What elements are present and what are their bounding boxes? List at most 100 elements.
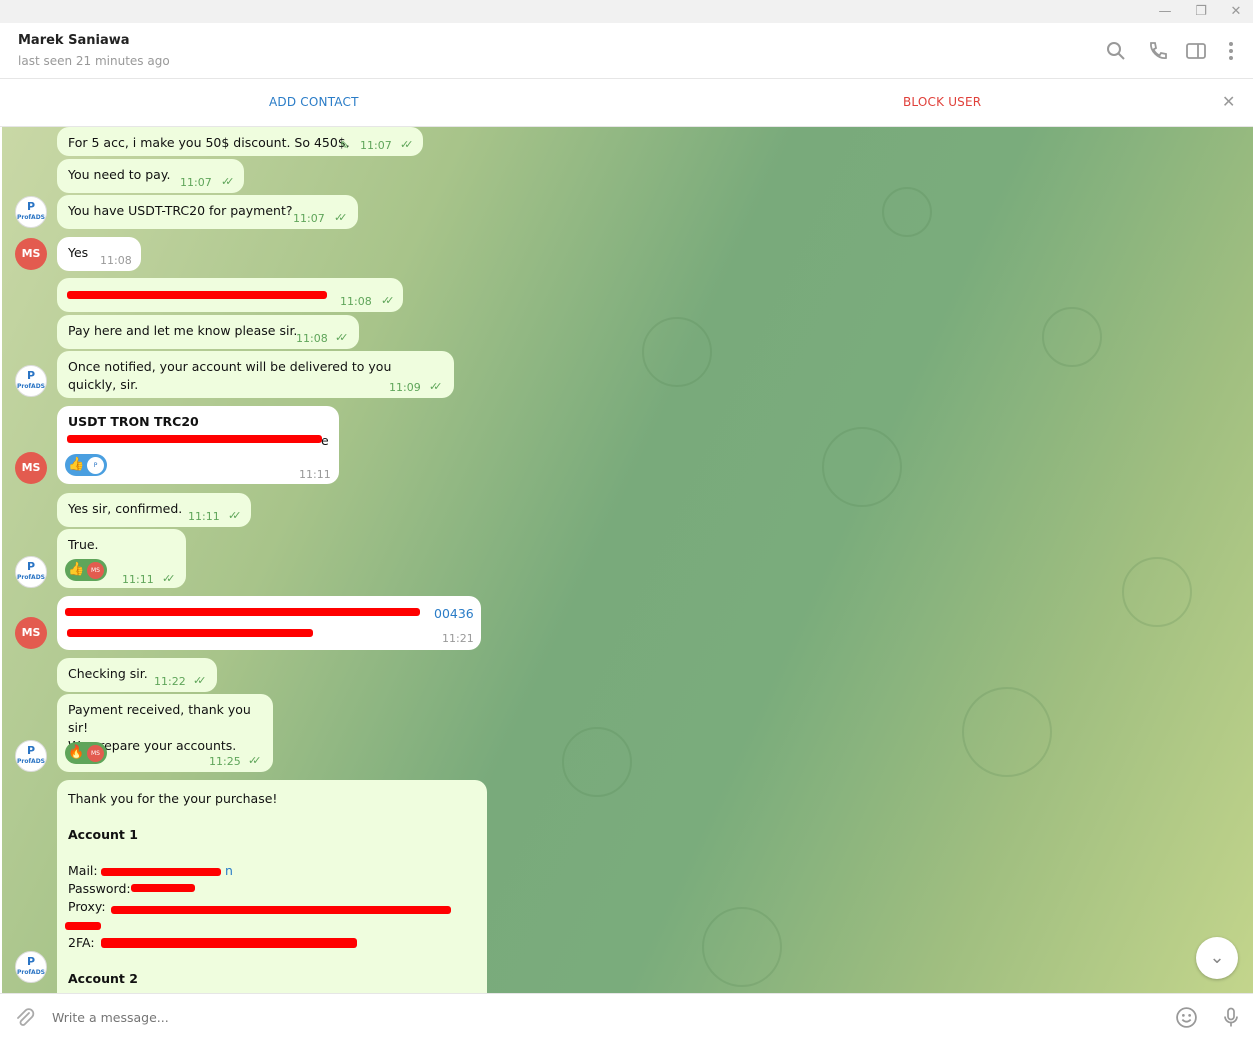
message-bubble[interactable]: You need to pay. 11:07 ✓✓ — [57, 159, 244, 193]
read-checks-icon: ✓✓ — [429, 380, 443, 393]
read-checks-icon: ✓✓ — [400, 138, 414, 151]
message-time: 11:11 — [122, 573, 154, 586]
avatar-label: ProfADS — [16, 969, 46, 976]
message-text: You have USDT-TRC20 for payment? — [68, 203, 293, 218]
message-input[interactable] — [52, 1006, 1142, 1028]
message-text-tail: e — [321, 433, 329, 448]
avatar-ms[interactable]: MS — [15, 617, 47, 649]
restore-button[interactable]: ❐ — [1184, 0, 1218, 23]
chat-header[interactable]: Marek Saniawa last seen 21 minutes ago — [0, 23, 1253, 79]
message-bubble[interactable]: Pay here and let me know please sir. 11:… — [57, 315, 359, 349]
read-checks-icon: ✓✓ — [248, 754, 262, 767]
message-composer — [0, 993, 1253, 1039]
scroll-down-button[interactable]: ⌄ — [1196, 937, 1238, 979]
avatar-ms[interactable]: MS — [15, 452, 47, 484]
message-text: True. — [68, 537, 99, 552]
message-time: 11:25 — [209, 755, 241, 768]
message-title: USDT TRON TRC20 — [68, 414, 199, 429]
avatar-profads[interactable]: P ProfADS — [15, 740, 47, 772]
message-text: For 5 acc, i make you 50$ discount. So 4… — [68, 135, 350, 150]
redaction-mark — [131, 884, 195, 892]
thumbs-up-icon: 👍 — [68, 457, 85, 472]
minimize-button[interactable]: — — [1148, 0, 1182, 23]
message-time: 11:11 — [188, 510, 220, 523]
message-text: Once notified, your account will be deli… — [68, 359, 392, 392]
attach-icon[interactable] — [14, 1007, 36, 1029]
message-bubble[interactable]: Yes sir, confirmed. 11:11 ✓✓ — [57, 493, 251, 527]
message-bubble[interactable]: True. 👍 MS 11:11 ✓✓ — [57, 529, 186, 588]
avatar-profads[interactable]: P ProfADS — [15, 365, 47, 397]
redaction-mark — [101, 868, 221, 876]
message-text: Yes — [68, 245, 89, 260]
message-bubble[interactable]: For 5 acc, i make you 50$ discount. So 4… — [57, 127, 423, 156]
doodle-pattern — [822, 427, 902, 507]
redaction-mark — [67, 629, 313, 637]
window-close-button[interactable]: ✕ — [1219, 0, 1253, 23]
link-text-tail[interactable]: 00436 — [434, 605, 474, 623]
doodle-pattern — [1042, 307, 1102, 367]
message-text: Pay here and let me know please sir. — [68, 323, 298, 338]
microphone-icon[interactable] — [1220, 1006, 1242, 1029]
message-text: Yes sir, confirmed. — [68, 501, 183, 516]
message-text: Thank you for the your purchase! — [68, 791, 278, 806]
redaction-mark — [67, 435, 322, 443]
redaction-mark — [67, 291, 327, 299]
message-time: 11:09 — [389, 381, 421, 394]
edited-icon: ✎ — [340, 139, 350, 152]
sidebar-toggle-icon[interactable] — [1185, 40, 1207, 62]
message-list[interactable]: For 5 acc, i make you 50$ discount. So 4… — [2, 127, 1253, 993]
reaction-chip[interactable]: 👍 MS — [65, 559, 107, 581]
more-menu-icon[interactable] — [1220, 40, 1242, 62]
message-bubble[interactable]: USDT TRON TRC20 e 👍 P 11:11 — [57, 406, 339, 484]
doodle-pattern — [702, 907, 782, 987]
reaction-chip[interactable]: 🔥 MS — [65, 742, 107, 764]
read-checks-icon: ✓✓ — [335, 331, 349, 344]
read-checks-icon: ✓✓ — [228, 509, 242, 522]
message-time: 11:22 — [154, 675, 186, 688]
message-bubble[interactable]: You have USDT-TRC20 for payment? 11:07 ✓… — [57, 195, 358, 229]
message-time: 11:11 — [299, 468, 331, 481]
avatar-profads[interactable]: P ProfADS — [15, 951, 47, 983]
thumbs-up-icon: 👍 — [68, 562, 85, 577]
message-time: 11:07 — [180, 176, 212, 189]
block-user-button[interactable]: BLOCK USER — [903, 95, 981, 109]
contact-name[interactable]: Marek Saniawa — [18, 33, 130, 48]
doodle-pattern — [562, 727, 632, 797]
message-bubble[interactable]: Yes 11:08 — [57, 237, 141, 271]
avatar-label: ProfADS — [16, 574, 46, 581]
doodle-pattern — [642, 317, 712, 387]
mail-link[interactable]: n — [225, 862, 233, 880]
redaction-mark — [111, 906, 451, 914]
account-heading: Account 1 — [68, 827, 138, 842]
redaction-mark — [65, 922, 101, 930]
message-bubble[interactable]: Once notified, your account will be deli… — [57, 351, 454, 398]
search-icon[interactable] — [1105, 40, 1127, 62]
message-bubble[interactable]: Payment received, thank you sir! We prep… — [57, 694, 273, 772]
message-time: 11:08 — [100, 254, 132, 267]
message-bubble[interactable]: Checking sir. 11:22 ✓✓ — [57, 658, 217, 692]
message-text: Payment received, thank you sir! — [68, 702, 251, 735]
redaction-mark — [101, 938, 357, 948]
avatar-label: ProfADS — [16, 383, 46, 390]
contact-status: last seen 21 minutes ago — [18, 54, 170, 68]
message-bubble[interactable]: Thank you for the your purchase! Account… — [57, 780, 487, 993]
proxy-label: Proxy: — [68, 899, 106, 914]
doodle-pattern — [882, 187, 932, 237]
avatar-profads[interactable]: P ProfADS — [15, 196, 47, 228]
phone-icon[interactable] — [1146, 40, 1168, 62]
avatar-profads[interactable]: P ProfADS — [15, 556, 47, 588]
close-action-bar-icon[interactable]: ✕ — [1222, 92, 1236, 111]
read-checks-icon: ✓✓ — [381, 294, 395, 307]
message-bubble[interactable]: 00436 11:21 — [57, 596, 481, 650]
fire-icon: 🔥 — [68, 745, 85, 760]
emoji-icon[interactable] — [1175, 1006, 1198, 1029]
message-text: Checking sir. — [68, 666, 148, 681]
reaction-chip[interactable]: 👍 P — [65, 454, 107, 476]
avatar-label: ProfADS — [16, 758, 46, 765]
add-contact-button[interactable]: ADD CONTACT — [269, 95, 359, 109]
avatar-ms[interactable]: MS — [15, 238, 47, 270]
message-time: 11:21 — [442, 632, 474, 645]
message-bubble[interactable]: 11:08 ✓✓ — [57, 278, 403, 312]
reaction-avatar-ms: MS — [87, 744, 104, 762]
message-text: You need to pay. — [68, 167, 171, 182]
